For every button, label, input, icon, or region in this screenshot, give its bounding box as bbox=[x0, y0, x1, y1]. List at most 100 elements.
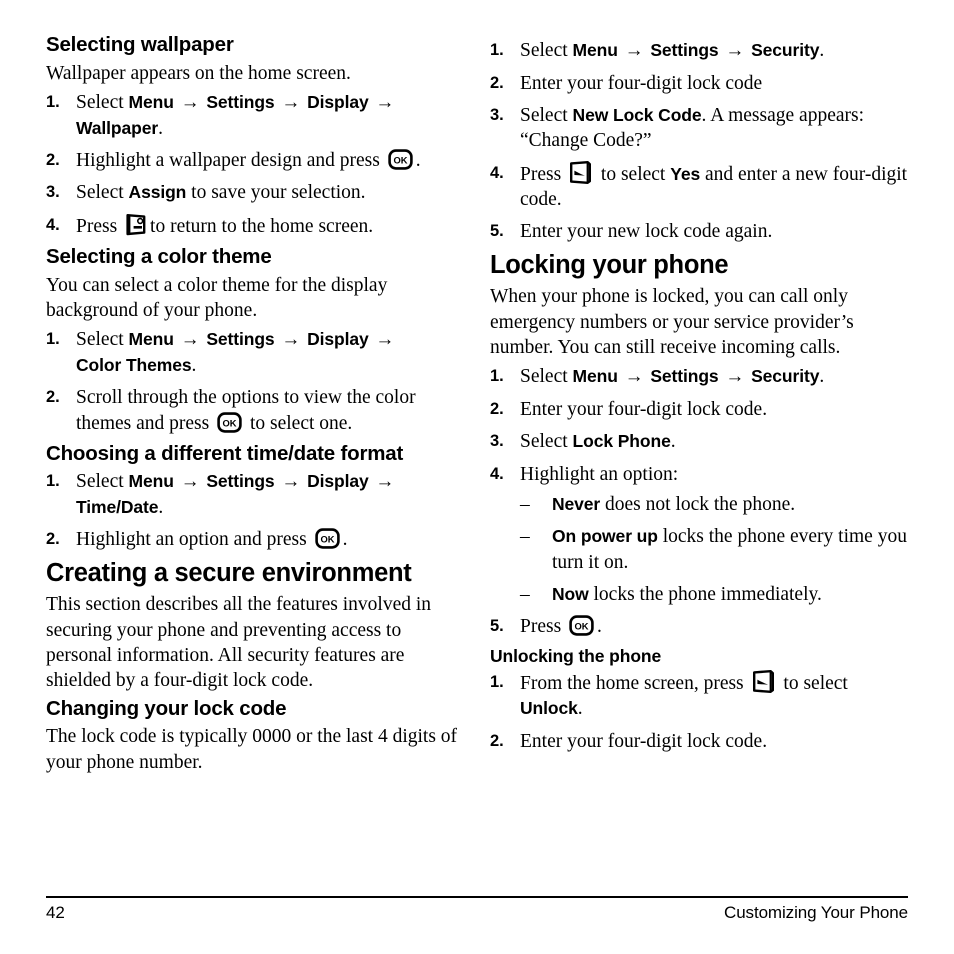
list-item: 1. Select Menu → Settings → Display → Tim… bbox=[46, 469, 464, 520]
dash-bullet-icon: – bbox=[520, 584, 530, 606]
step-number: 2. bbox=[490, 73, 504, 92]
menu-term: Display bbox=[307, 471, 369, 492]
arrow-icon: → bbox=[175, 91, 205, 113]
step-text: Select Assign to save your selection. bbox=[76, 182, 366, 203]
text-run: . bbox=[670, 431, 676, 453]
step-number: 1. bbox=[46, 92, 60, 111]
text-run: Select bbox=[76, 182, 129, 204]
text-run: . bbox=[158, 497, 164, 519]
menu-term: Settings bbox=[650, 366, 719, 387]
arrow-icon: → bbox=[370, 471, 395, 493]
left-softkey-icon bbox=[752, 670, 776, 693]
list-item: 5. Press OK. bbox=[490, 614, 908, 639]
text-run: Highlight an option: bbox=[520, 463, 679, 485]
text-run: Select bbox=[520, 40, 573, 61]
numbered-step-list: 1. From the home screen, press to select … bbox=[490, 670, 908, 754]
step-text: Select Lock Phone. bbox=[520, 431, 676, 452]
sub-item-text: On power up locks the phone every time y… bbox=[552, 526, 907, 572]
step-number: 3. bbox=[490, 432, 504, 451]
step-text: Enter your four-digit lock code. bbox=[520, 399, 767, 420]
svg-text:OK: OK bbox=[320, 534, 334, 545]
numbered-step-list: 1. Select Menu → Settings → Security. 2. En… bbox=[490, 38, 908, 245]
step-number: 4. bbox=[490, 163, 504, 182]
sub-item-text: Now locks the phone immediately. bbox=[552, 584, 822, 605]
list-item: 2. Scroll through the options to view the… bbox=[46, 385, 464, 436]
menu-term: Settings bbox=[206, 471, 275, 492]
list-item: 2. Highlight a wallpaper design and press… bbox=[46, 148, 464, 173]
list-item: 5. Enter your new lock code again. bbox=[490, 219, 908, 244]
arrow-icon: → bbox=[276, 91, 306, 113]
menu-term: Display bbox=[307, 91, 369, 112]
sub-item-text: Never does not lock the phone. bbox=[552, 494, 795, 515]
svg-text:OK: OK bbox=[223, 417, 237, 428]
arrow-icon: → bbox=[619, 366, 649, 388]
list-item: 1. Select Menu → Settings → Security. bbox=[490, 364, 908, 390]
text-run: Press bbox=[520, 616, 567, 638]
text-run: Press bbox=[520, 163, 567, 185]
list-item: 3. Select New Lock Code. A message appear… bbox=[490, 103, 908, 154]
left-softkey-icon bbox=[569, 160, 593, 184]
list-item: 1. From the home screen, press to select … bbox=[490, 670, 908, 722]
svg-text:OK: OK bbox=[393, 154, 407, 165]
text-run: to select bbox=[596, 163, 671, 185]
menu-term: Lock Phone bbox=[572, 431, 671, 452]
menu-term: Security bbox=[751, 366, 820, 387]
step-text: Press to select Yes and enter a new four… bbox=[520, 160, 907, 210]
text-run: . bbox=[597, 616, 602, 638]
step-text: Select Menu → Settings → Display → Wallp… bbox=[76, 92, 396, 139]
text-run: . bbox=[819, 366, 825, 388]
arrow-icon: → bbox=[276, 471, 306, 493]
step-number: 1. bbox=[490, 673, 504, 691]
text-run: Select bbox=[76, 471, 129, 493]
arrow-icon: → bbox=[720, 366, 750, 388]
menu-term: Unlock bbox=[520, 698, 578, 719]
step-number: 2. bbox=[490, 400, 504, 418]
step-text: Select Menu → Settings → Display → Time/… bbox=[76, 471, 396, 518]
text-run: Highlight an option and press bbox=[76, 529, 312, 551]
dash-bullet-icon: – bbox=[520, 494, 530, 516]
list-item: 1. Select Menu → Settings → Security. bbox=[490, 38, 908, 64]
step-text: Select Menu → Settings → Security. bbox=[520, 40, 824, 61]
list-item: 4. Press to return to the home screen. bbox=[46, 213, 464, 239]
list-item: 2. Enter your four-digit lock code. bbox=[490, 397, 908, 422]
text-run: Select bbox=[520, 431, 573, 453]
text-run: Press bbox=[76, 215, 123, 237]
text-run: Select bbox=[520, 105, 573, 127]
section-heading: Locking your phone bbox=[490, 250, 729, 279]
arrow-icon: → bbox=[276, 329, 306, 351]
text-run: Enter your four-digit lock code. bbox=[520, 399, 768, 420]
dash-bullet-icon: – bbox=[520, 526, 530, 548]
step-text: Highlight an option: bbox=[520, 464, 678, 485]
page-number: 42 bbox=[46, 903, 65, 922]
text-run: . bbox=[342, 529, 348, 551]
step-text: Enter your four-digit lock code bbox=[520, 73, 762, 94]
step-text: Press OK. bbox=[520, 615, 602, 638]
ok-key-icon: OK bbox=[314, 528, 340, 550]
text-run: Enter your four-digit lock code bbox=[520, 72, 763, 94]
menu-term: Menu bbox=[128, 471, 174, 492]
text-run: Enter your four-digit lock code. bbox=[520, 730, 768, 752]
list-item: 3. Select Assign to save your selection. bbox=[46, 180, 464, 205]
step-number: 4. bbox=[46, 215, 60, 234]
section-paragraph: Wallpaper appears on the home screen. bbox=[46, 62, 351, 84]
section-heading: Selecting wallpaper bbox=[46, 33, 234, 56]
text-run: . bbox=[158, 117, 163, 139]
text-run: Highlight a wallpaper design and press bbox=[76, 149, 385, 171]
step-text: Select New Lock Code. A message appears:… bbox=[520, 105, 864, 151]
list-item: 4. Press to select Yes and enter a new fo… bbox=[490, 160, 908, 213]
text-run: Select bbox=[76, 91, 129, 113]
section-paragraph: The lock code is typically 0000 or the l… bbox=[46, 726, 458, 773]
step-text: Select Menu → Settings → Security. bbox=[520, 366, 824, 387]
ok-key-icon: OK bbox=[569, 615, 594, 637]
step-number: 3. bbox=[490, 106, 504, 125]
step-number: 2. bbox=[46, 388, 60, 407]
menu-term: Never bbox=[552, 494, 601, 515]
section-heading: Creating a secure environment bbox=[46, 558, 412, 587]
menu-term: Menu bbox=[128, 329, 174, 350]
step-number: 1. bbox=[490, 367, 504, 386]
menu-term: Time/Date bbox=[76, 497, 159, 518]
list-item: 4. Highlight an option: – Never does not lo… bbox=[490, 462, 908, 608]
menu-term: On power up bbox=[552, 526, 658, 547]
manual-page: Selecting wallpaper Wallpaper appears on … bbox=[0, 0, 954, 954]
menu-term: Wallpaper bbox=[76, 117, 159, 138]
